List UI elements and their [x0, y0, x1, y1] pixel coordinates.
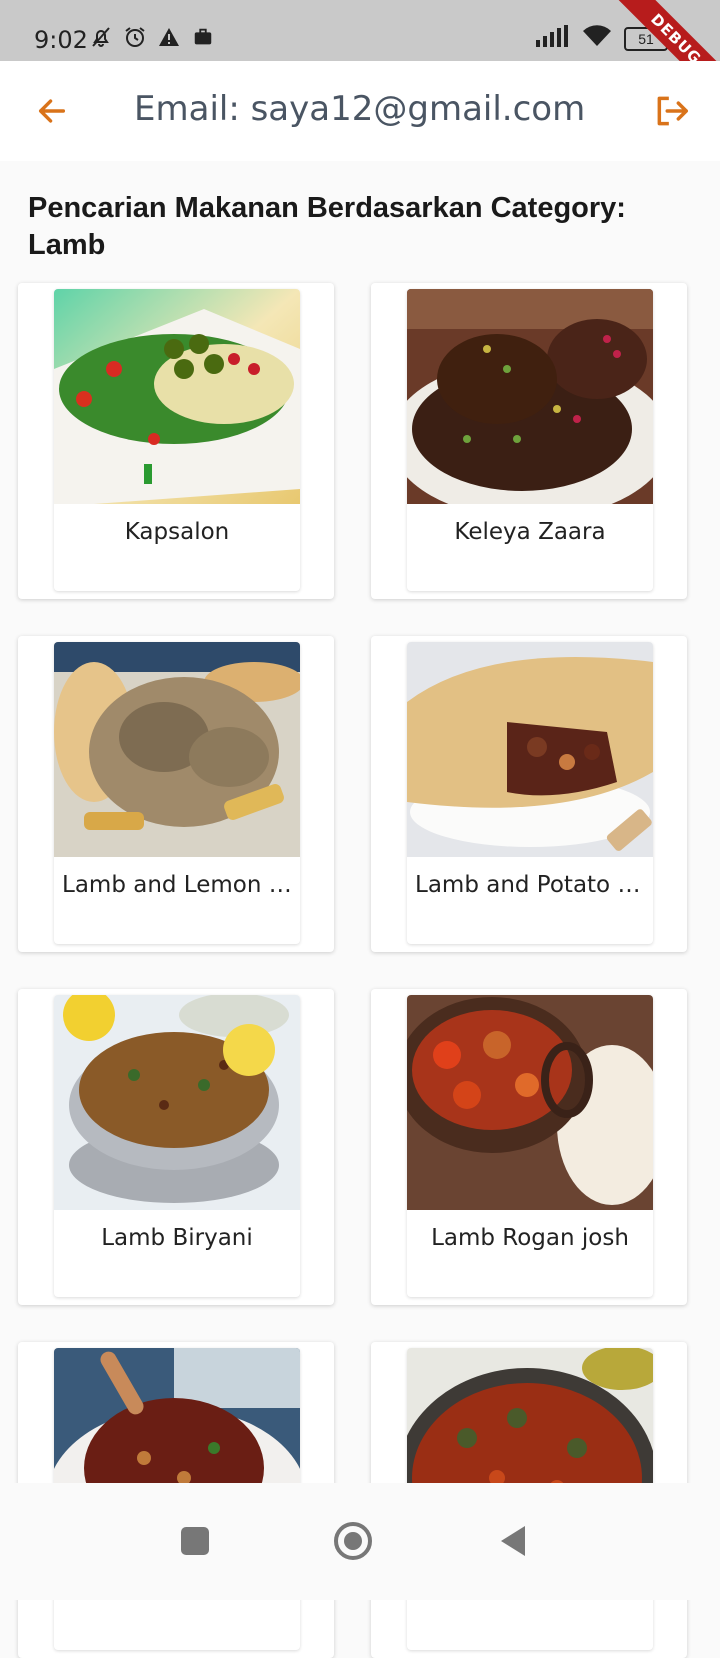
arrow-left-icon: [38, 99, 66, 123]
signal-icon: [536, 25, 570, 52]
meal-card[interactable]: Lamb Rogan josh: [371, 989, 687, 1305]
meal-tile[interactable]: Lamb Rogan josh: [407, 995, 653, 1297]
meal-photo: [54, 642, 300, 857]
meal-name: Lamb Biryani: [101, 1225, 253, 1251]
logout-button[interactable]: [650, 89, 694, 133]
alarm-icon: [122, 24, 148, 50]
meal-name: Lamb and Lemon Souvlaki: [62, 872, 292, 898]
back-nav-button[interactable]: [491, 1519, 535, 1563]
circle-icon: [334, 1522, 372, 1560]
meal-photo: [407, 289, 653, 504]
warning-icon: [156, 24, 182, 50]
category-heading: Pencarian Makanan Berdasarkan Category: …: [28, 192, 626, 261]
meal-card[interactable]: Keleya Zaara: [371, 283, 687, 599]
meal-name: Kapsalon: [124, 519, 230, 545]
meal-card[interactable]: Lamb and Lemon Souvlaki: [18, 636, 334, 952]
wifi-icon: [582, 24, 612, 53]
back-button[interactable]: [30, 89, 74, 133]
meal-name: Keleya Zaara: [454, 519, 606, 545]
meal-card[interactable]: Lamb and Potato pie: [371, 636, 687, 952]
home-button[interactable]: [331, 1519, 375, 1563]
app-bar: Email: saya12@gmail.com: [0, 61, 720, 161]
meal-tile[interactable]: Lamb Biryani: [54, 995, 300, 1297]
square-icon: [181, 1527, 209, 1555]
meal-name: Lamb and Potato pie: [415, 872, 645, 898]
bell-off-icon: [88, 24, 114, 50]
meal-photo: [54, 995, 300, 1210]
meal-card[interactable]: Kapsalon: [18, 283, 334, 599]
briefcase-icon: [190, 24, 216, 50]
system-nav-bar: [0, 1483, 720, 1600]
logout-icon: [657, 96, 688, 126]
meal-tile[interactable]: Keleya Zaara: [407, 289, 653, 591]
meal-name: Lamb Rogan josh: [431, 1225, 629, 1251]
status-notification-icons: [88, 24, 216, 50]
recent-apps-button[interactable]: [173, 1519, 217, 1563]
meal-tile[interactable]: Lamb and Lemon Souvlaki: [54, 642, 300, 944]
triangle-back-icon: [501, 1526, 525, 1556]
meal-card[interactable]: Lamb Biryani: [18, 989, 334, 1305]
meal-photo: [407, 995, 653, 1210]
meal-photo: [54, 289, 300, 504]
status-bar: 9:02 51 DEBUG: [0, 0, 720, 61]
meal-tile[interactable]: Kapsalon: [54, 289, 300, 591]
status-time: 9:02: [34, 26, 88, 54]
meal-photo: [407, 642, 653, 857]
meal-tile[interactable]: Lamb and Potato pie: [407, 642, 653, 944]
user-email-title: Email: saya12@gmail.com: [134, 89, 586, 129]
